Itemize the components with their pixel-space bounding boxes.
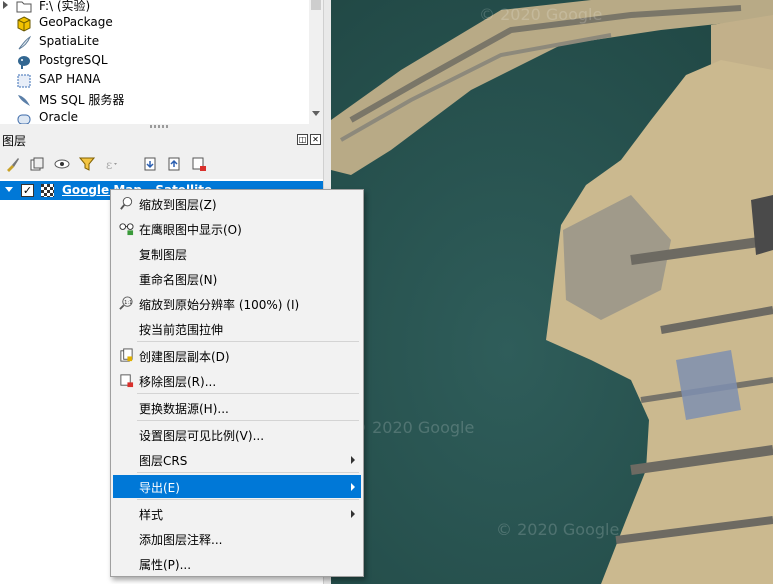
remove-layer-icon	[120, 374, 134, 388]
browser-item-mssql[interactable]: MS SQL 服务器	[0, 90, 309, 109]
svg-text:1:1: 1:1	[124, 300, 132, 306]
float-panel-icon[interactable]: ◫	[297, 134, 308, 145]
menu-separator	[137, 420, 359, 421]
postgresql-elephant-icon	[18, 56, 30, 69]
satellite-imagery	[331, 0, 773, 584]
browser-item-label: F:\ (实验)	[39, 0, 91, 13]
menu-item-show-in-overview[interactable]: 在鹰眼图中显示(O)	[113, 217, 361, 240]
menu-item-label: 设置图层可见比例(V)...	[139, 429, 265, 443]
menu-separator	[137, 341, 359, 342]
menu-item-label: 更换数据源(H)...	[139, 402, 229, 416]
menu-separator	[137, 499, 359, 500]
menu-item-label: 复制图层	[139, 248, 188, 262]
layer-context-menu: 缩放到图层(Z) 在鹰眼图中显示(O) 复制图层 重命名图层(N) 1:1 缩放…	[110, 189, 364, 577]
browser-item-geopackage[interactable]: GeoPackage	[0, 14, 309, 33]
map-watermark: © 2020 Google	[351, 418, 475, 437]
menu-separator	[137, 472, 359, 473]
browser-item-label: Oracle	[39, 110, 79, 124]
menu-item-duplicate-copy[interactable]: 创建图层副本(D)	[113, 344, 361, 367]
filter-expression-icon[interactable]: ε	[104, 156, 120, 172]
visibility-eye-icon[interactable]	[54, 156, 70, 172]
menu-item-zoom-native-resolution[interactable]: 1:1 缩放到原始分辨率 (100%) (I)	[113, 292, 361, 315]
zoom-magnifier-icon	[120, 196, 133, 210]
menu-item-zoom-to-layer[interactable]: 缩放到图层(Z)	[113, 192, 361, 215]
expand-arrow-icon[interactable]	[3, 1, 8, 9]
menu-item-label: 移除图层(R)...	[139, 375, 217, 389]
browser-item-label: MS SQL 服务器	[39, 93, 125, 107]
browser-panel: F:\ (实验) GeoPackage SpatiaLite PostgreSQ…	[0, 0, 323, 124]
browser-item-spatialite[interactable]: SpatiaLite	[0, 33, 309, 52]
oracle-icon	[17, 114, 31, 124]
menu-item-label: 重命名图层(N)	[139, 273, 218, 287]
browser-item-postgresql[interactable]: PostgreSQL	[0, 52, 309, 71]
filter-funnel-icon[interactable]	[79, 156, 95, 172]
collapse-arrow-icon[interactable]	[5, 187, 13, 192]
menu-item-label: 缩放到图层(Z)	[139, 198, 217, 212]
menu-item-set-scale-visibility[interactable]: 设置图层可见比例(V)...	[113, 423, 361, 446]
style-brush-icon[interactable]	[5, 156, 21, 172]
menu-item-label: 在鹰眼图中显示(O)	[139, 223, 242, 237]
geopackage-icon	[17, 16, 31, 32]
layer-visibility-checkbox[interactable]: ✓	[21, 184, 34, 197]
menu-item-label: 添加图层注释...	[139, 533, 223, 547]
scroll-down-arrow-icon[interactable]	[312, 111, 320, 116]
map-watermark: © 2020 Google	[479, 5, 603, 24]
raster-layer-icon	[41, 184, 54, 197]
overview-glasses-icon	[119, 223, 134, 236]
map-canvas[interactable]: © 2020 Google © 2020 Google © 2020 Googl…	[331, 0, 773, 584]
sap-hana-icon	[17, 74, 31, 88]
close-panel-icon[interactable]: ✕	[310, 134, 321, 145]
submenu-arrow-icon	[351, 510, 355, 518]
menu-item-layer-crs[interactable]: 图层CRS	[113, 448, 361, 471]
menu-item-add-layer-notes[interactable]: 添加图层注释...	[113, 527, 361, 550]
menu-separator	[137, 393, 359, 394]
menu-item-label: 创建图层副本(D)	[139, 350, 230, 364]
menu-item-rename-layer[interactable]: 重命名图层(N)	[113, 267, 361, 290]
menu-item-remove-layer[interactable]: 移除图层(R)...	[113, 369, 361, 392]
browser-scrollbar[interactable]	[309, 0, 323, 124]
browser-item-label: SAP HANA	[39, 72, 101, 86]
layers-panel-title: 图层	[2, 134, 27, 148]
menu-item-stretch-using-extent[interactable]: 按当前范围拉伸	[113, 317, 361, 340]
folder-icon	[16, 1, 32, 13]
layers-toolbar: ε	[0, 151, 323, 177]
browser-item-sap-hana[interactable]: SAP HANA	[0, 71, 309, 90]
menu-item-styles[interactable]: 样式	[113, 502, 361, 525]
zoom-native-resolution-icon: 1:1	[119, 296, 133, 310]
layers-panel-titlebar: 图层 ◫ ✕	[0, 130, 323, 150]
expand-all-icon[interactable]	[142, 156, 158, 172]
browser-item-label: PostgreSQL	[39, 53, 108, 67]
menu-item-properties[interactable]: 属性(P)...	[113, 552, 361, 575]
menu-item-label: 属性(P)...	[139, 558, 192, 572]
menu-item-label: 按当前范围拉伸	[139, 323, 224, 337]
menu-item-label: 缩放到原始分辨率 (100%) (I)	[139, 298, 300, 312]
menu-item-label: 图层CRS	[139, 454, 188, 468]
menu-item-change-data-source[interactable]: 更换数据源(H)...	[113, 396, 361, 419]
duplicate-layer-icon	[120, 348, 133, 362]
menu-item-duplicate-layer[interactable]: 复制图层	[113, 242, 361, 265]
submenu-arrow-icon	[351, 456, 355, 464]
collapse-all-icon[interactable]	[166, 156, 182, 172]
browser-item-oracle[interactable]: Oracle	[0, 109, 309, 124]
browser-item-label: SpatiaLite	[39, 34, 100, 48]
menu-item-label: 导出(E)	[139, 481, 180, 495]
spatialite-feather-icon	[18, 35, 32, 50]
mssql-icon	[18, 95, 30, 106]
splitter-grip-icon[interactable]	[150, 125, 170, 128]
menu-item-export[interactable]: 导出(E)	[113, 475, 361, 498]
browser-item-label: GeoPackage	[39, 15, 113, 29]
browser-item-drive-f[interactable]: F:\ (实验)	[0, 0, 309, 15]
add-group-icon[interactable]	[29, 156, 45, 172]
map-watermark: © 2020 Google	[496, 520, 620, 539]
scrollbar-thumb[interactable]	[311, 0, 321, 10]
remove-layer-icon[interactable]	[191, 156, 207, 172]
svg-text:ε: ε	[106, 158, 112, 172]
menu-item-label: 样式	[139, 508, 164, 522]
submenu-arrow-icon	[351, 483, 355, 491]
